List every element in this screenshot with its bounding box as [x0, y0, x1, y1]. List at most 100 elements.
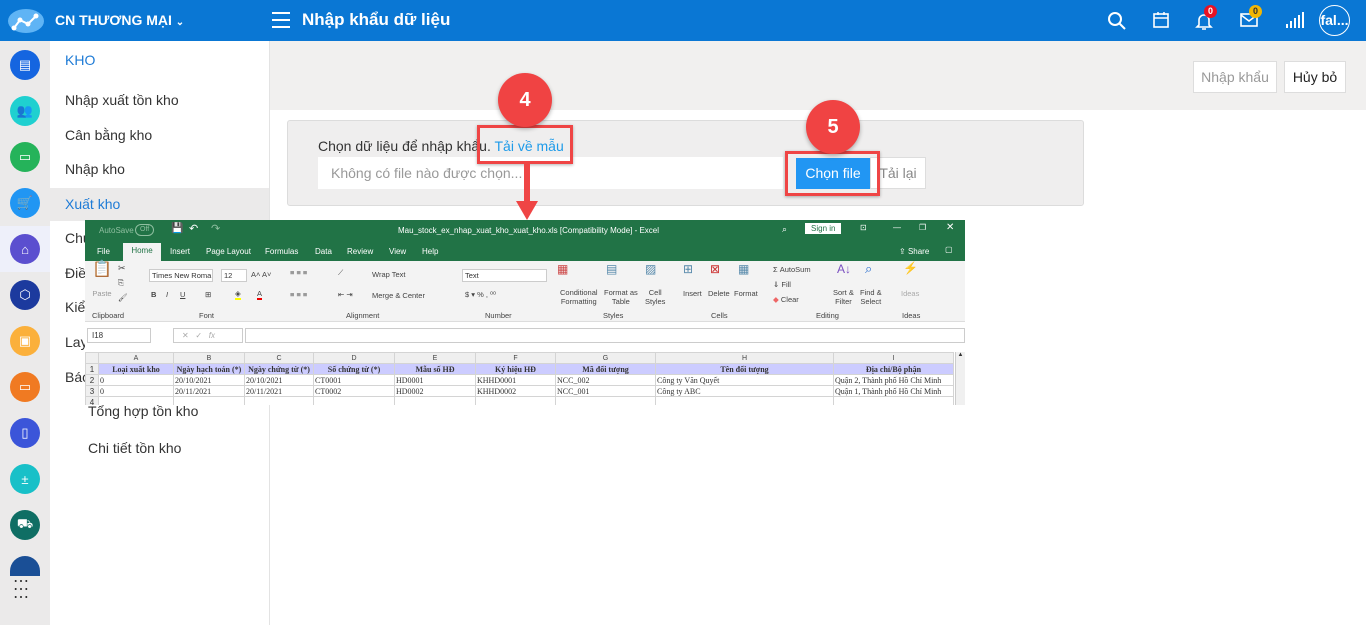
header-cell[interactable]: Tên đối tượng — [655, 363, 834, 375]
paste-icon[interactable]: 📋 — [90, 262, 114, 278]
cell-styles-button[interactable]: Cell Styles — [645, 288, 665, 306]
cell[interactable]: CT0001 — [313, 374, 395, 386]
ideas-icon[interactable]: ⚡ — [903, 262, 918, 274]
cart-icon[interactable]: 🛒 — [10, 188, 40, 218]
currency-percent-icon[interactable]: $ ▾ % , ⁰⁰ — [465, 290, 496, 299]
people-icon[interactable]: 👥 — [10, 96, 40, 126]
underline-button[interactable]: U — [180, 290, 185, 299]
mail-button[interactable]: 0 — [1240, 5, 1262, 29]
tab-home[interactable]: Home — [123, 243, 161, 261]
cell[interactable] — [655, 396, 834, 405]
cell[interactable]: 20/11/2021 — [173, 385, 245, 397]
cell[interactable] — [833, 396, 954, 405]
formula-buttons[interactable]: ✕ ✓ fx — [173, 328, 243, 343]
cancel-button[interactable]: Hủy bỏ — [1284, 61, 1346, 93]
borders-icon[interactable]: ⊞ — [205, 290, 211, 299]
close-icon[interactable]: ✕ — [946, 222, 954, 233]
share-button[interactable]: ⇪ Share — [899, 247, 929, 256]
excel-search-icon[interactable]: ⌕ — [782, 224, 787, 235]
redo-icon[interactable]: ↷ — [211, 222, 220, 235]
paste-button[interactable]: Paste — [89, 289, 115, 298]
font-size-select[interactable]: 12 — [221, 269, 247, 282]
cell[interactable]: HD0001 — [394, 374, 476, 386]
sort-filter-button[interactable]: Sort & Filter — [833, 288, 854, 306]
italic-button[interactable]: I — [166, 290, 168, 299]
cell-styles-icon[interactable]: ▨ — [645, 263, 656, 275]
column-header[interactable]: C — [244, 352, 314, 364]
cell[interactable]: Công ty Văn Quyết — [655, 374, 834, 386]
tab-view[interactable]: View — [389, 247, 406, 256]
cell[interactable]: Quận 2, Thành phố Hồ Chí Minh — [833, 374, 954, 386]
truck-icon[interactable]: ⛟ — [10, 510, 40, 540]
package-icon[interactable]: ▣ — [10, 326, 40, 356]
merge-center-button[interactable]: Merge & Center — [372, 291, 425, 300]
import-button[interactable]: Nhập khẩu — [1193, 61, 1277, 93]
conditional-formatting-icon[interactable]: ▦ — [557, 263, 568, 275]
clear-button[interactable]: ◆ Clear — [773, 295, 799, 304]
undo-icon[interactable]: ↶ — [189, 222, 198, 235]
cell[interactable]: KHHD0001 — [475, 374, 556, 386]
tab-insert[interactable]: Insert — [170, 247, 190, 256]
header-cell[interactable]: Ngày hạch toán (*) — [173, 363, 245, 375]
org-switcher[interactable]: CN THƯƠNG MẠI ⌄ — [55, 12, 184, 28]
header-cell[interactable]: Số chứng từ (*) — [313, 363, 395, 375]
submenu-item-nhap-xuat-ton[interactable]: Nhập xuất tồn kho — [50, 84, 269, 117]
tab-help[interactable]: Help — [422, 247, 438, 256]
header-cell[interactable]: Mẫu số HĐ — [394, 363, 476, 375]
column-header[interactable]: I — [833, 352, 954, 364]
row-header[interactable]: 2 — [85, 374, 99, 386]
cell[interactable]: NCC_001 — [555, 385, 656, 397]
cell[interactable] — [555, 396, 656, 405]
insert-cells-icon[interactable]: ⊞ — [683, 263, 693, 275]
align-left-icon[interactable]: ≡ ≡ ≡ — [290, 290, 307, 299]
column-header[interactable]: D — [313, 352, 395, 364]
calendar-icon[interactable] — [1152, 11, 1170, 29]
cell[interactable]: 0 — [98, 385, 174, 397]
format-as-table-icon[interactable]: ▤ — [606, 263, 617, 275]
cell[interactable]: 20/10/2021 — [173, 374, 245, 386]
font-name-select[interactable]: Times New Roma — [149, 269, 213, 282]
cell[interactable]: CT0002 — [313, 385, 395, 397]
select-all-corner[interactable] — [85, 352, 99, 364]
formula-bar[interactable] — [245, 328, 965, 343]
cell[interactable]: 20/10/2021 — [244, 374, 314, 386]
tab-file[interactable]: File — [97, 247, 110, 256]
wrap-text-button[interactable]: Wrap Text — [372, 270, 406, 279]
autosum-button[interactable]: Σ AutoSum — [773, 265, 811, 274]
submenu-item-xuat-kho[interactable]: Xuất kho — [50, 188, 269, 221]
autosave-toggle[interactable]: Off — [135, 224, 155, 236]
vertical-scrollbar[interactable]: ▲ — [955, 352, 965, 405]
cell[interactable] — [475, 396, 556, 405]
cell[interactable]: 20/11/2021 — [244, 385, 314, 397]
cell[interactable] — [394, 396, 476, 405]
cell[interactable]: 0 — [98, 374, 174, 386]
column-header[interactable]: H — [655, 352, 834, 364]
indent-icon[interactable]: ⇤ ⇥ — [338, 290, 353, 299]
grow-font-icon[interactable]: A˄ A˅ — [251, 270, 271, 279]
bold-button[interactable]: B — [151, 290, 156, 299]
tab-formulas[interactable]: Formulas — [265, 247, 298, 256]
row-header[interactable]: 3 — [85, 385, 99, 397]
warehouse-icon[interactable]: ▤ — [10, 50, 40, 80]
ideas-button[interactable]: Ideas — [901, 289, 919, 298]
format-as-table-button[interactable]: Format as Table — [604, 288, 638, 306]
cell[interactable]: KHHD0002 — [475, 385, 556, 397]
header-cell[interactable]: Loại xuất kho — [98, 363, 174, 375]
delete-cells-button[interactable]: Delete — [708, 289, 730, 298]
cell[interactable]: Quận 1, Thành phố Hồ Chí Minh — [833, 385, 954, 397]
spreadsheet-grid[interactable]: A B C D E F G H I 1 Loại xuất kho Ngày hạch toán (*… — [85, 352, 954, 405]
fill-button[interactable]: ⇓ Fill — [773, 280, 791, 289]
calculator-icon[interactable]: ± — [10, 464, 40, 494]
format-cells-button[interactable]: Format — [734, 289, 758, 298]
submenu-item-nhap-kho[interactable]: Nhập kho — [50, 153, 269, 186]
row-header[interactable]: 4 — [85, 396, 99, 405]
cell[interactable] — [98, 396, 174, 405]
find-select-button[interactable]: Find & Select — [860, 288, 882, 306]
sort-filter-icon[interactable]: A↓ — [837, 263, 851, 275]
tab-page-layout[interactable]: Page Layout — [206, 247, 251, 256]
apps-grid-icon[interactable]: ⋯ ⋯ ⋯ — [13, 574, 37, 606]
cell[interactable] — [173, 396, 245, 405]
column-header[interactable]: E — [394, 352, 476, 364]
column-header[interactable]: A — [98, 352, 174, 364]
box-icon[interactable]: ⬡ — [10, 280, 40, 310]
